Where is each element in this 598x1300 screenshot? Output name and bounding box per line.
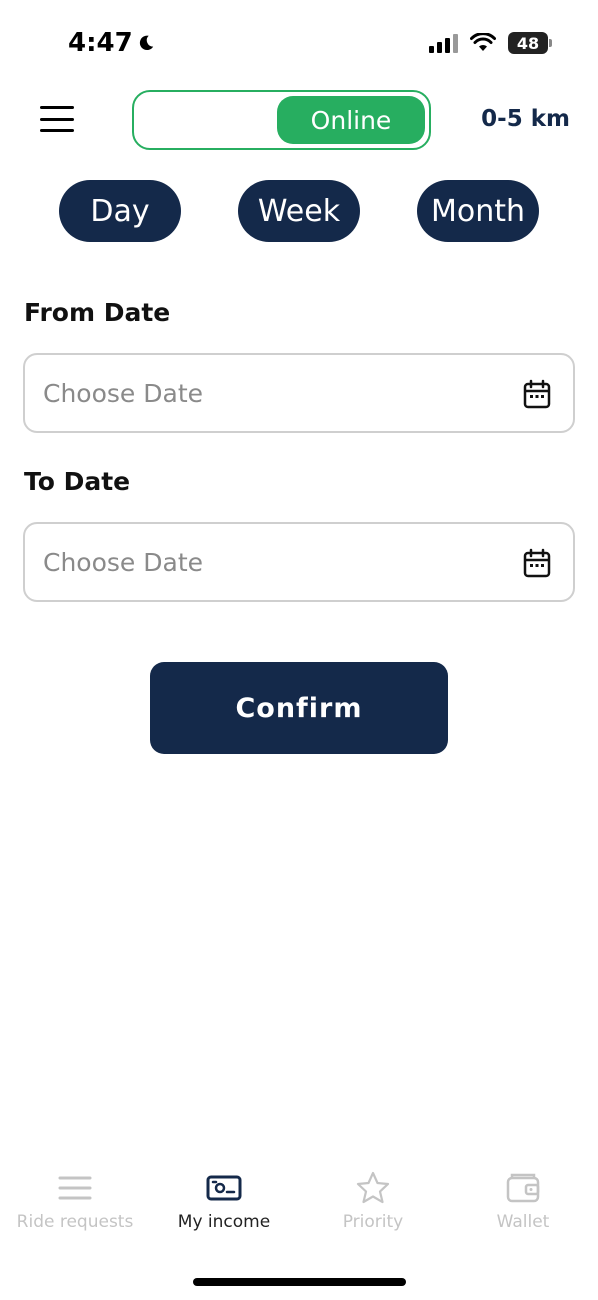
calendar-icon[interactable] [523, 548, 551, 578]
status-time-text: 4:47 [68, 28, 133, 58]
to-date-label: To Date [24, 467, 131, 496]
period-month-button[interactable]: Month [417, 180, 539, 242]
status-icons: 48 [429, 32, 552, 54]
nav-label-ride-requests: Ride requests [16, 1212, 134, 1232]
online-label: Online [310, 105, 392, 135]
calendar-icon[interactable] [523, 379, 551, 409]
from-date-placeholder: Choose Date [43, 378, 203, 408]
nav-item-priority[interactable]: Priority [298, 1170, 448, 1232]
bottom-nav: Ride requests My income Priority Wallet [0, 1170, 598, 1250]
money-icon [206, 1170, 242, 1206]
battery-level: 48 [516, 33, 540, 53]
status-bar: 4:47 48 [0, 0, 598, 90]
wallet-icon [505, 1170, 541, 1206]
nav-item-ride-requests[interactable]: Ride requests [0, 1170, 150, 1232]
list-icon [57, 1170, 93, 1206]
wifi-icon [470, 33, 496, 51]
online-toggle-knob[interactable]: Online [277, 96, 425, 144]
period-week-button[interactable]: Week [238, 180, 360, 242]
status-time: 4:47 [68, 28, 155, 58]
nav-item-my-income[interactable]: My income [149, 1170, 299, 1232]
nav-label-my-income: My income [177, 1212, 271, 1232]
from-date-input[interactable]: Choose Date [23, 353, 575, 433]
confirm-button[interactable]: Confirm [150, 662, 448, 754]
distance-range[interactable]: 0-5 km [481, 106, 570, 132]
signal-icon [429, 33, 458, 53]
from-date-label: From Date [24, 298, 171, 327]
home-indicator[interactable] [193, 1278, 406, 1286]
nav-item-wallet[interactable]: Wallet [448, 1170, 598, 1232]
period-selector: Day Week Month [0, 180, 598, 242]
top-bar: Online 0-5 km [0, 88, 598, 152]
hamburger-menu-icon[interactable] [40, 106, 74, 132]
nav-label-priority: Priority [342, 1212, 404, 1232]
star-icon [355, 1170, 391, 1206]
to-date-placeholder: Choose Date [43, 547, 203, 577]
battery-icon: 48 [508, 32, 552, 54]
nav-label-wallet: Wallet [496, 1212, 550, 1232]
online-toggle[interactable]: Online [132, 90, 431, 150]
moon-icon [139, 35, 153, 51]
period-day-button[interactable]: Day [59, 180, 181, 242]
to-date-input[interactable]: Choose Date [23, 522, 575, 602]
